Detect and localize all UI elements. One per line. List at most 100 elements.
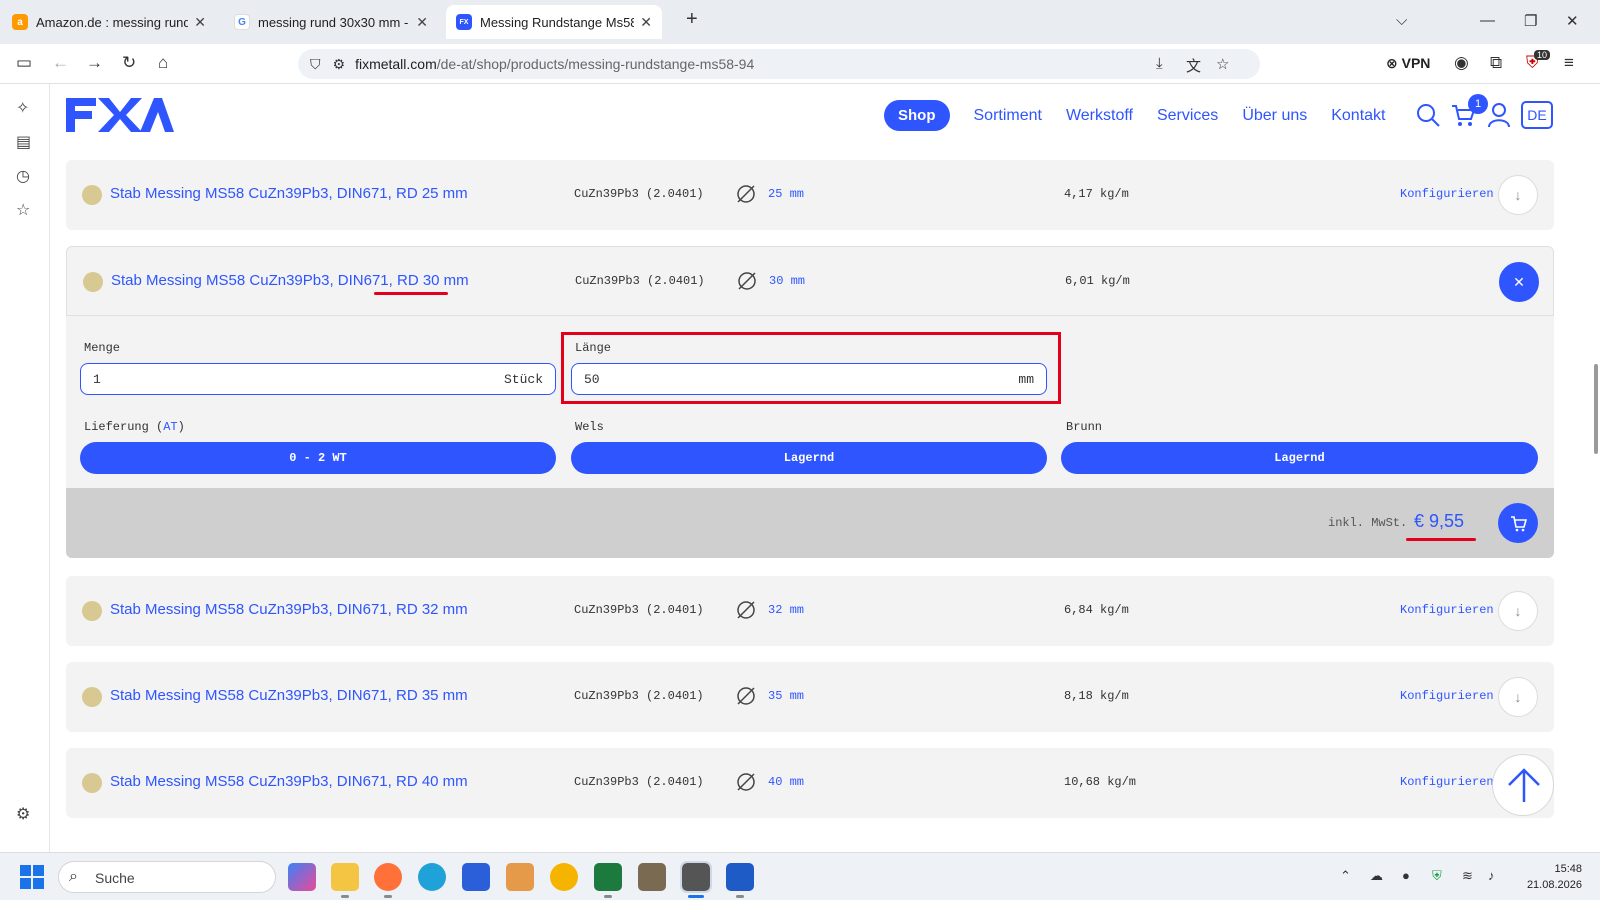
volume-icon[interactable]: ♪ [1488, 868, 1495, 883]
home-icon[interactable]: ⌂ [158, 53, 168, 73]
cloud-offline-icon[interactable]: ☁ [1370, 868, 1383, 884]
wels-label: Wels [575, 420, 604, 434]
diameter-text: 35 mm [768, 689, 805, 703]
product-row[interactable]: Stab Messing MS58 CuZn39Pb3, DIN671, RD … [66, 576, 1554, 646]
add-to-cart-button[interactable] [1498, 503, 1538, 543]
shield-icon[interactable]: ⛉ [310, 56, 321, 73]
search-icon[interactable] [1415, 102, 1441, 128]
wifi-icon[interactable]: ≋ [1462, 868, 1473, 884]
taskbar-search[interactable]: ⌕ Suche [58, 861, 276, 893]
install-app-icon[interactable]: ⤓ [1156, 55, 1163, 72]
incl-vat-text: inkl. MwSt. [1328, 516, 1408, 530]
ai-sparkle-icon[interactable]: ✧ [16, 98, 29, 118]
delivery-time-button[interactable]: 0 - 2 WT [80, 442, 556, 474]
close-icon[interactable]: ✕ [194, 14, 206, 31]
configure-link[interactable]: Konfigurieren [1400, 775, 1494, 789]
extensions-icon[interactable]: ⧉ [1490, 53, 1502, 73]
configure-link[interactable]: Konfigurieren [1400, 187, 1494, 201]
nav-shop[interactable]: Shop [884, 100, 950, 131]
qr-app-icon[interactable] [680, 861, 712, 893]
product-name-link[interactable]: Stab Messing MS58 CuZn39Pb3, DIN671, RD … [110, 185, 468, 202]
forward-arrow-icon[interactable]: → [86, 53, 103, 73]
firefox-icon[interactable] [374, 863, 402, 891]
quantity-field[interactable]: 1 Stück [80, 363, 556, 395]
product-name-link[interactable]: Stab Messing MS58 CuZn39Pb3, DIN671, RD … [110, 687, 468, 704]
nav-ueber-uns[interactable]: Über uns [1242, 107, 1307, 125]
copilot-icon[interactable] [288, 863, 316, 891]
site-settings-icon[interactable]: ⚙ [333, 56, 346, 73]
page-scrollbar-thumb[interactable] [1594, 364, 1598, 454]
sidebar-toggle-icon[interactable]: ▭ [16, 53, 32, 73]
configure-link[interactable]: Konfigurieren [1400, 689, 1494, 703]
window-close-button[interactable]: ✕ [1566, 12, 1579, 30]
expand-arrow-icon[interactable]: ↓ [1498, 591, 1538, 631]
bookmark-star-icon[interactable]: ☆ [1216, 55, 1229, 73]
browser-tab[interactable]: G messing rund 30x30 mm - Goog ✕ [224, 5, 438, 39]
tray-chevron-icon[interactable]: ⌃ [1340, 868, 1351, 884]
material-text: CuZn39Pb3 (2.0401) [574, 775, 704, 789]
reading-list-icon[interactable]: ▤ [16, 132, 31, 152]
security-shield-icon[interactable]: ⛨ [1432, 868, 1442, 884]
user-icon[interactable] [1486, 102, 1512, 128]
account-icon[interactable]: ◉ [1454, 53, 1469, 73]
bookmarks-icon[interactable]: ☆ [16, 200, 30, 220]
gimp-icon[interactable] [638, 863, 666, 891]
minimize-button[interactable]: — [1480, 12, 1495, 29]
amazon-icon: a [12, 14, 28, 30]
windows-start-icon[interactable] [20, 865, 44, 889]
excel-icon[interactable] [594, 863, 622, 891]
history-icon[interactable]: ◷ [16, 166, 30, 186]
configure-link[interactable]: Konfigurieren [1400, 603, 1494, 617]
language-switch[interactable]: DE [1521, 101, 1553, 129]
browser-tab-active[interactable]: FX Messing Rundstange Ms58 - Fix ✕ [446, 5, 662, 39]
tab-title: messing rund 30x30 mm - Goog [258, 14, 410, 30]
product-name-link[interactable]: Stab Messing MS58 CuZn39Pb3, DIN671, RD … [111, 272, 469, 289]
close-icon[interactable]: ✕ [416, 14, 428, 31]
vpn-button[interactable]: ⊗ VPN [1386, 55, 1430, 72]
product-row[interactable]: Stab Messing MS58 CuZn39Pb3, DIN671, RD … [66, 662, 1554, 732]
nav-services[interactable]: Services [1157, 107, 1218, 125]
store-icon[interactable] [462, 863, 490, 891]
url-text[interactable]: fixmetall.com/de-at/shop/products/messin… [355, 56, 754, 72]
brass-color-dot [83, 272, 103, 292]
price-value: € 9,55 [1414, 511, 1465, 531]
diameter-text: 25 mm [768, 187, 805, 201]
browser-tab[interactable]: a Amazon.de : messing rund 30x3 ✕ [2, 5, 216, 39]
collapse-close-icon[interactable]: ✕ [1499, 262, 1539, 302]
new-tab-button[interactable]: + [686, 8, 698, 31]
back-arrow-icon[interactable]: ← [52, 53, 69, 73]
photos-icon[interactable] [550, 863, 578, 891]
address-bar[interactable]: ⛉ ⚙ fixmetall.com/de-at/shop/products/me… [298, 49, 1260, 79]
close-icon[interactable]: ✕ [640, 14, 652, 31]
expand-arrow-icon[interactable]: ↓ [1498, 175, 1538, 215]
nav-sortiment[interactable]: Sortiment [974, 107, 1042, 125]
settings-gear-icon[interactable]: ⚙ [16, 804, 30, 824]
product-name-link[interactable]: Stab Messing MS58 CuZn39Pb3, DIN671, RD … [110, 773, 468, 790]
nav-werkstoff[interactable]: Werkstoff [1066, 107, 1133, 125]
product-row[interactable]: Stab Messing MS58 CuZn39Pb3, DIN671, RD … [66, 160, 1554, 230]
nav-kontakt[interactable]: Kontakt [1331, 107, 1385, 125]
tab-list-chevron-icon[interactable]: ⌵ [1396, 12, 1407, 29]
edge-icon[interactable] [418, 863, 446, 891]
product-row-expanded[interactable]: Stab Messing MS58 CuZn39Pb3, DIN671, RD … [66, 246, 1554, 316]
material-text: CuZn39Pb3 (2.0401) [574, 603, 704, 617]
product-name-link[interactable]: Stab Messing MS58 CuZn39Pb3, DIN671, RD … [110, 601, 468, 618]
app-tray-icon[interactable]: ● [1402, 868, 1410, 883]
reload-icon[interactable]: ↻ [122, 53, 136, 73]
clock[interactable]: 15:48 21.08.2026 [1516, 861, 1582, 893]
word-icon[interactable] [726, 863, 754, 891]
product-row[interactable]: Stab Messing MS58 CuZn39Pb3, DIN671, RD … [66, 748, 1554, 818]
wels-stock-button[interactable]: Lagernd [571, 442, 1047, 474]
file-explorer-icon[interactable] [331, 863, 359, 891]
translate-icon[interactable]: 文 [1186, 55, 1201, 76]
scroll-to-top-button[interactable] [1492, 754, 1554, 816]
maximize-button[interactable]: ❐ [1524, 12, 1537, 30]
paint-icon[interactable] [506, 863, 534, 891]
expand-arrow-icon[interactable]: ↓ [1498, 677, 1538, 717]
main-nav: Shop Sortiment Werkstoff Services Über u… [884, 100, 1410, 131]
menu-icon[interactable]: ≡ [1564, 53, 1574, 73]
fixmetall-logo[interactable] [66, 98, 174, 132]
running-indicator [384, 895, 392, 898]
brunn-stock-button[interactable]: Lagernd [1061, 442, 1538, 474]
delivery-label: Lieferung (AT) [84, 420, 185, 434]
